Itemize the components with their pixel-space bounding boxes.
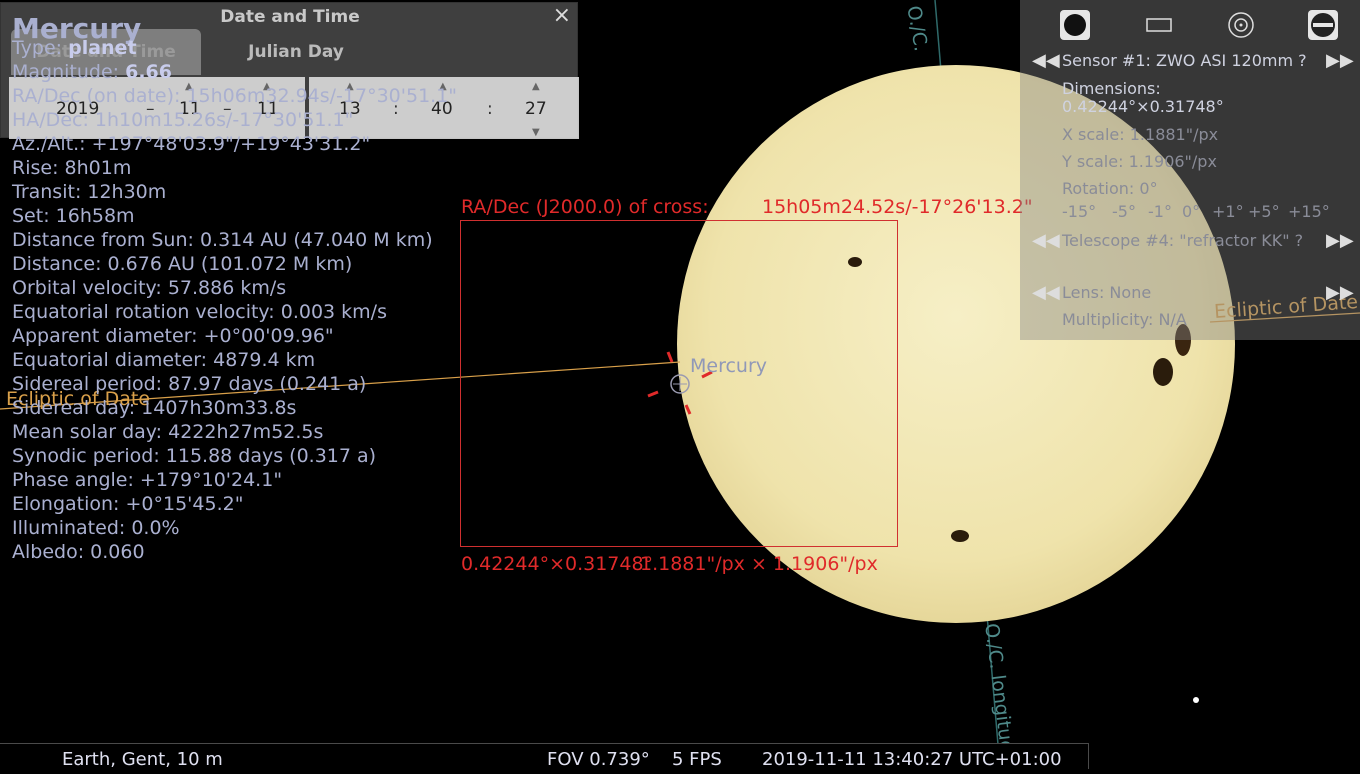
close-icon[interactable]: × [553, 3, 571, 28]
sensor-frame-button[interactable] [1144, 10, 1174, 40]
info-line: Rise: 8h01m [12, 157, 132, 179]
info-line: Sidereal day: 1407h30m33.8s [12, 397, 297, 419]
frame-bottom-scale: 1.1881"/px × 1.1906"/px [640, 553, 878, 575]
sensor-frame [460, 220, 898, 547]
info-line: Mean solar day: 4222h27m52.5s [12, 421, 324, 443]
second-up-arrow-icon[interactable]: ▲ [532, 81, 540, 92]
x-scale: X scale: 1.1881"/px [1062, 125, 1219, 144]
next-telescope-icon[interactable]: ▶▶ [1326, 230, 1354, 251]
telrad-button[interactable] [1226, 10, 1256, 40]
settings-button[interactable] [1308, 10, 1338, 40]
prev-telescope-icon[interactable]: ◀◀ [1032, 230, 1060, 251]
dimensions-label: Dimensions: [1062, 79, 1161, 98]
dimensions-value: 0.42244°×0.31748° [1062, 97, 1224, 116]
info-line: Az./Alt.: +197°48'03.9"/+19°43'31.2" [12, 133, 371, 155]
time-separator: : [487, 99, 493, 119]
info-line: Elongation: +0°15'45.2" [12, 493, 244, 515]
info-line: Equatorial diameter: 4879.4 km [12, 349, 316, 371]
info-line: Equatorial rotation velocity: 0.003 km/s [12, 301, 387, 323]
prev-lens-icon[interactable]: ◀◀ [1032, 282, 1060, 303]
info-line: RA/Dec (on date): 15h06m32.94s/-17°30'51… [12, 85, 458, 107]
info-line: Distance: 0.676 AU (101.072 M km) [12, 253, 353, 275]
sunspot [1153, 358, 1173, 386]
next-sensor-icon[interactable]: ▶▶ [1326, 50, 1354, 71]
ocular-icon [1064, 14, 1086, 36]
info-line: Orbital velocity: 57.886 km/s [12, 277, 287, 299]
rotate-minus-1[interactable]: -1° [1148, 202, 1172, 221]
y-scale: Y scale: 1.1906"/px [1062, 152, 1217, 171]
info-line: Set: 16h58m [12, 205, 135, 227]
info-line: Phase angle: +179°10'24.1" [12, 469, 283, 491]
object-type: Type: planet [12, 37, 137, 59]
frame-top-value: 15h05m24.52s/-17°26'13.2" [762, 196, 1033, 218]
rotate-minus-15[interactable]: -15° [1062, 202, 1096, 221]
prev-sensor-icon[interactable]: ◀◀ [1032, 50, 1060, 71]
rotation: Rotation: 0° [1062, 179, 1158, 198]
star [1193, 697, 1199, 703]
telrad-icon [1228, 12, 1254, 38]
datetime-text[interactable]: 2019-11-11 13:40:27 UTC+01:00 [762, 749, 1062, 770]
info-line: Apparent diameter: +0°00'09.96" [12, 325, 334, 347]
frame-top-label: RA/Dec (J2000.0) of cross: [461, 196, 709, 218]
info-line: Sidereal period: 87.97 days (0.241 a) [12, 373, 367, 395]
multiplicity: Multiplicity: N/A [1062, 310, 1187, 329]
ocular-panel[interactable]: ◀◀ ▶▶ Sensor #1: ZWO ASI 120mm ? Dimensi… [1020, 0, 1360, 340]
next-lens-icon[interactable]: ▶▶ [1326, 282, 1354, 303]
fov-text: FOV 0.739° [547, 749, 650, 770]
info-line: Synodic period: 115.88 days (0.317 a) [12, 445, 377, 467]
fps-text: 5 FPS [672, 749, 722, 770]
rotate-plus-1[interactable]: +1° [1212, 202, 1244, 221]
sensor-rect-icon [1146, 18, 1172, 32]
info-line: HA/Dec: 1h10m15.26s/-17°30'51.1" [12, 109, 354, 131]
eyepiece-config-icon [1311, 13, 1335, 37]
frame-bottom-dims: 0.42244°×0.31748° [461, 553, 654, 575]
rotate-plus-15[interactable]: +15° [1288, 202, 1330, 221]
sensor-name[interactable]: Sensor #1: ZWO ASI 120mm ? [1062, 51, 1307, 70]
info-line: Distance from Sun: 0.314 AU (47.040 M km… [12, 229, 433, 251]
second-field[interactable]: 27 [525, 99, 547, 119]
second-down-arrow-icon[interactable]: ▼ [532, 127, 540, 138]
object-magnitude: Magnitude: 6.66 [12, 61, 172, 83]
object-info: Mercury Type: planet Magnitude: 6.66 RA/… [12, 12, 457, 564]
ocular-toggle-button[interactable] [1060, 10, 1090, 40]
telescope-name[interactable]: Telescope #4: "refractor KK" ? [1062, 231, 1303, 250]
status-bar[interactable]: Earth, Gent, 10 m FOV 0.739° 5 FPS 2019-… [0, 743, 1089, 770]
rotate-minus-5[interactable]: -5° [1112, 202, 1136, 221]
rotate-plus-5[interactable]: +5° [1248, 202, 1280, 221]
info-line: Illuminated: 0.0% [12, 517, 180, 539]
info-line: Transit: 12h30m [12, 181, 167, 203]
rotate-zero[interactable]: 0° [1182, 202, 1200, 221]
location-text[interactable]: Earth, Gent, 10 m [62, 749, 223, 770]
info-line: Albedo: 0.060 [12, 541, 145, 563]
lens-name[interactable]: Lens: None [1062, 283, 1151, 302]
sunspot [951, 530, 969, 542]
